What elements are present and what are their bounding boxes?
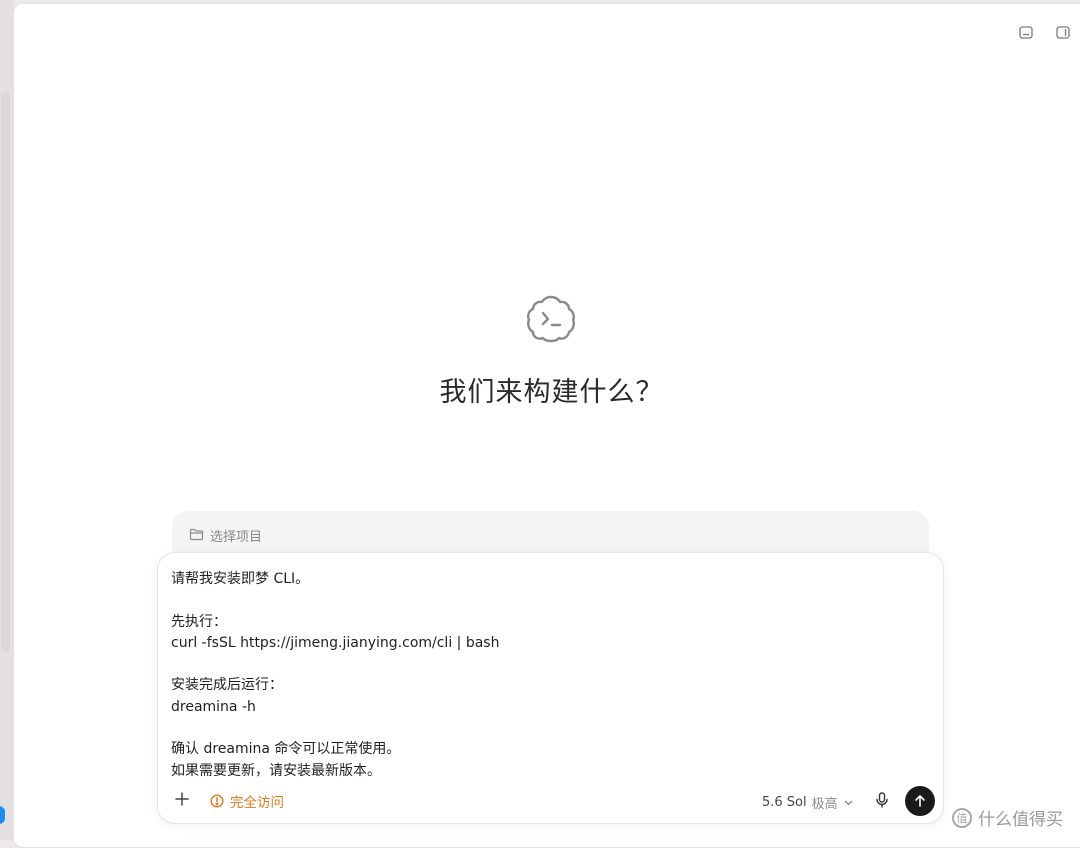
- toggle-bottom-panel-icon[interactable]: [1018, 24, 1034, 40]
- reasoning-effort: 极高: [811, 797, 838, 812]
- toggle-side-panel-icon[interactable]: [1055, 24, 1071, 40]
- watermark: 值 什么值得买: [952, 805, 1063, 830]
- full-access-label: 完全访问: [230, 795, 284, 811]
- send-button[interactable]: [905, 786, 935, 816]
- full-access-button[interactable]: 完全访问: [210, 791, 284, 811]
- watermark-logo-icon: 值: [952, 807, 972, 828]
- main-window: 我们来构建什么？ 选择项目 请帮我安装即梦 CLI。 先执行： curl -fs…: [13, 3, 1080, 848]
- arrow-up-icon: [915, 795, 925, 807]
- model-name: 5.6 Sol: [762, 795, 807, 810]
- watermark-text: 什么值得买: [978, 810, 1063, 830]
- scrollbar[interactable]: [1, 92, 10, 652]
- project-selector-label: 选择项目: [210, 530, 263, 545]
- page-heading: 我们来构建什么？: [439, 377, 664, 408]
- microphone-icon[interactable]: [873, 791, 891, 809]
- prompt-composer: 请帮我安装即梦 CLI。 先执行： curl -fsSL https://jim…: [157, 552, 944, 824]
- folder-icon: [189, 528, 204, 541]
- warning-circle-icon: [210, 794, 224, 808]
- model-selector[interactable]: 5.6 Sol 极高: [762, 793, 854, 812]
- chevron-down-icon: [844, 800, 853, 806]
- terminal-cloud-logo-icon: [527, 295, 575, 343]
- add-attachment-icon[interactable]: [174, 791, 190, 807]
- prompt-input[interactable]: 请帮我安装即梦 CLI。 先执行： curl -fsSL https://jim…: [171, 569, 921, 782]
